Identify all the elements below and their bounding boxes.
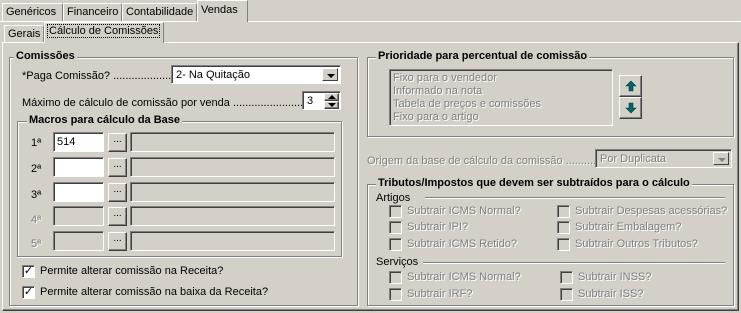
artigos-separator (425, 197, 725, 199)
permite-baixa-label[interactable]: Permite alterar comissão na baixa da Rec… (40, 286, 268, 298)
macro-lookup-button-3[interactable]: ... (108, 183, 127, 202)
macro-lookup-button-5[interactable]: ... (108, 232, 127, 251)
artigos-icms-normal-label[interactable]: Subtrair ICMS Normal? (407, 205, 521, 217)
chevron-down-icon[interactable] (713, 152, 729, 165)
ellipsis-icon: ... (113, 184, 122, 195)
tab-contabilidade[interactable]: Contabilidade (122, 3, 197, 21)
macro-lookup-button-2[interactable]: ... (108, 158, 127, 177)
origem-select[interactable]: Por Duplicata (595, 149, 732, 168)
macros-title: Macros para cálculo da Base (27, 114, 183, 126)
move-up-button[interactable] (619, 75, 642, 97)
macro-description-3 (130, 182, 335, 202)
macro-input-5 (53, 231, 104, 251)
servicos-separator (423, 262, 725, 264)
spin-up-button[interactable] (324, 93, 339, 101)
artigos-outros-label[interactable]: Subtrair Outros Tributos? (575, 238, 698, 250)
artigos-despesas-label[interactable]: Subtrair Despesas acessórias? (575, 205, 727, 217)
comissoes-title: Comissões (14, 50, 77, 62)
origem-value: Por Duplicata (600, 153, 667, 165)
macro-lookup-button-4[interactable]: ... (108, 207, 127, 226)
servicos-icms-normal-label[interactable]: Subtrair ICMS Normal? (407, 271, 521, 283)
max-calculo-value: 3 (307, 95, 314, 107)
tab-vendas[interactable]: Vendas (197, 0, 248, 22)
macro-lookup-button-1[interactable]: ... (108, 133, 127, 152)
permite-baixa-checkbox[interactable]: ✓ (22, 286, 35, 299)
prioridade-list[interactable]: Fixo para o vendedor Informado na nota T… (389, 69, 613, 126)
spin-up-icon (328, 95, 336, 99)
prioridade-item[interactable]: Fixo para o artigo (393, 111, 479, 123)
macro-description-5 (130, 231, 335, 251)
max-calculo-label: Máximo de cálculo de comissão por venda … (22, 97, 313, 109)
arrow-up-icon (624, 80, 637, 92)
artigos-icms-retido-checkbox[interactable] (389, 238, 402, 251)
servicos-inss-checkbox[interactable] (560, 271, 573, 284)
servicos-irf-label[interactable]: Subtrair IRF? (407, 288, 472, 300)
ellipsis-icon: ... (113, 208, 122, 219)
prioridade-item[interactable]: Fixo para o vendedor (393, 72, 497, 84)
macro-input-3[interactable] (53, 182, 104, 202)
arrow-down-icon (624, 102, 637, 114)
artigos-embalagem-checkbox[interactable] (557, 221, 570, 234)
servicos-iss-label[interactable]: Subtrair ISS? (578, 288, 643, 300)
artigos-embalagem-label[interactable]: Subtrair Embalagem? (575, 221, 681, 233)
paga-comissao-select[interactable]: 2- Na Quitação (171, 65, 341, 84)
macro-value: 514 (57, 136, 76, 148)
paga-comissao-value: 2- Na Quitação (176, 69, 250, 81)
tab-genericos[interactable]: Genéricos (2, 3, 63, 21)
macro-input-4 (53, 206, 104, 226)
macro-row-label: 3ª (31, 189, 42, 201)
artigos-title: Artigos (376, 192, 411, 204)
max-calculo-spinner[interactable]: 3 (302, 91, 341, 110)
spin-down-icon (328, 103, 336, 107)
ellipsis-icon: ... (113, 159, 122, 170)
tab-label: Financeiro (67, 6, 119, 18)
macro-input-2[interactable] (53, 157, 104, 177)
prioridade-title: Prioridade para percentual de comissão (376, 50, 590, 62)
artigos-outros-checkbox[interactable] (557, 238, 570, 251)
tab-financeiro[interactable]: Financeiro (63, 3, 122, 21)
macro-row-label: 2ª (31, 163, 42, 175)
move-down-button[interactable] (619, 97, 642, 119)
macro-input-1[interactable]: 514 (53, 132, 104, 152)
tributos-title: Tributos/Impostos que devem ser subtraíd… (376, 177, 692, 189)
macro-row-label: 4ª (31, 214, 42, 226)
macro-description-2 (130, 157, 335, 177)
artigos-ipi-checkbox[interactable] (389, 221, 402, 234)
servicos-inss-label[interactable]: Subtrair INSS? (578, 271, 651, 283)
tab-gerais[interactable]: Gerais (4, 25, 44, 43)
macro-row-label: 5ª (31, 238, 42, 250)
ellipsis-icon: ... (113, 233, 122, 244)
origem-label: Origem da base de cálculo da comissão ..… (367, 155, 612, 167)
tab-label: Cálculo de Comissões (46, 24, 161, 38)
chevron-down-icon[interactable] (322, 68, 338, 81)
permite-receita-checkbox[interactable]: ✓ (22, 265, 35, 278)
artigos-icms-normal-checkbox[interactable] (389, 205, 402, 218)
servicos-irf-checkbox[interactable] (389, 288, 402, 301)
artigos-icms-retido-label[interactable]: Subtrair ICMS Retido? (407, 238, 517, 250)
tab-label: Genéricos (6, 6, 57, 18)
prioridade-item[interactable]: Tabela de preços e comissões (393, 98, 541, 110)
artigos-ipi-label[interactable]: Subtrair IPI? (407, 221, 468, 233)
artigos-despesas-checkbox[interactable] (557, 205, 570, 218)
servicos-title: Serviços (376, 256, 419, 268)
tab-label: Vendas (201, 4, 238, 16)
macro-row-label: 1ª (31, 137, 42, 149)
tab-calculo-comissoes[interactable]: Cálculo de Comissões (44, 22, 164, 43)
permite-receita-label[interactable]: Permite alterar comissão na Receita? (40, 265, 223, 277)
prioridade-item[interactable]: Informado na nota (393, 85, 482, 97)
macro-description-1 (130, 132, 335, 152)
tab-label: Gerais (8, 28, 41, 40)
servicos-iss-checkbox[interactable] (560, 288, 573, 301)
tab-label: Contabilidade (126, 6, 194, 18)
spin-down-button[interactable] (324, 101, 339, 109)
ellipsis-icon: ... (113, 134, 122, 145)
macro-description-4 (130, 206, 335, 226)
paga-comissao-label: *Paga Comissão? ........................ (22, 70, 187, 82)
servicos-icms-normal-checkbox[interactable] (389, 271, 402, 284)
